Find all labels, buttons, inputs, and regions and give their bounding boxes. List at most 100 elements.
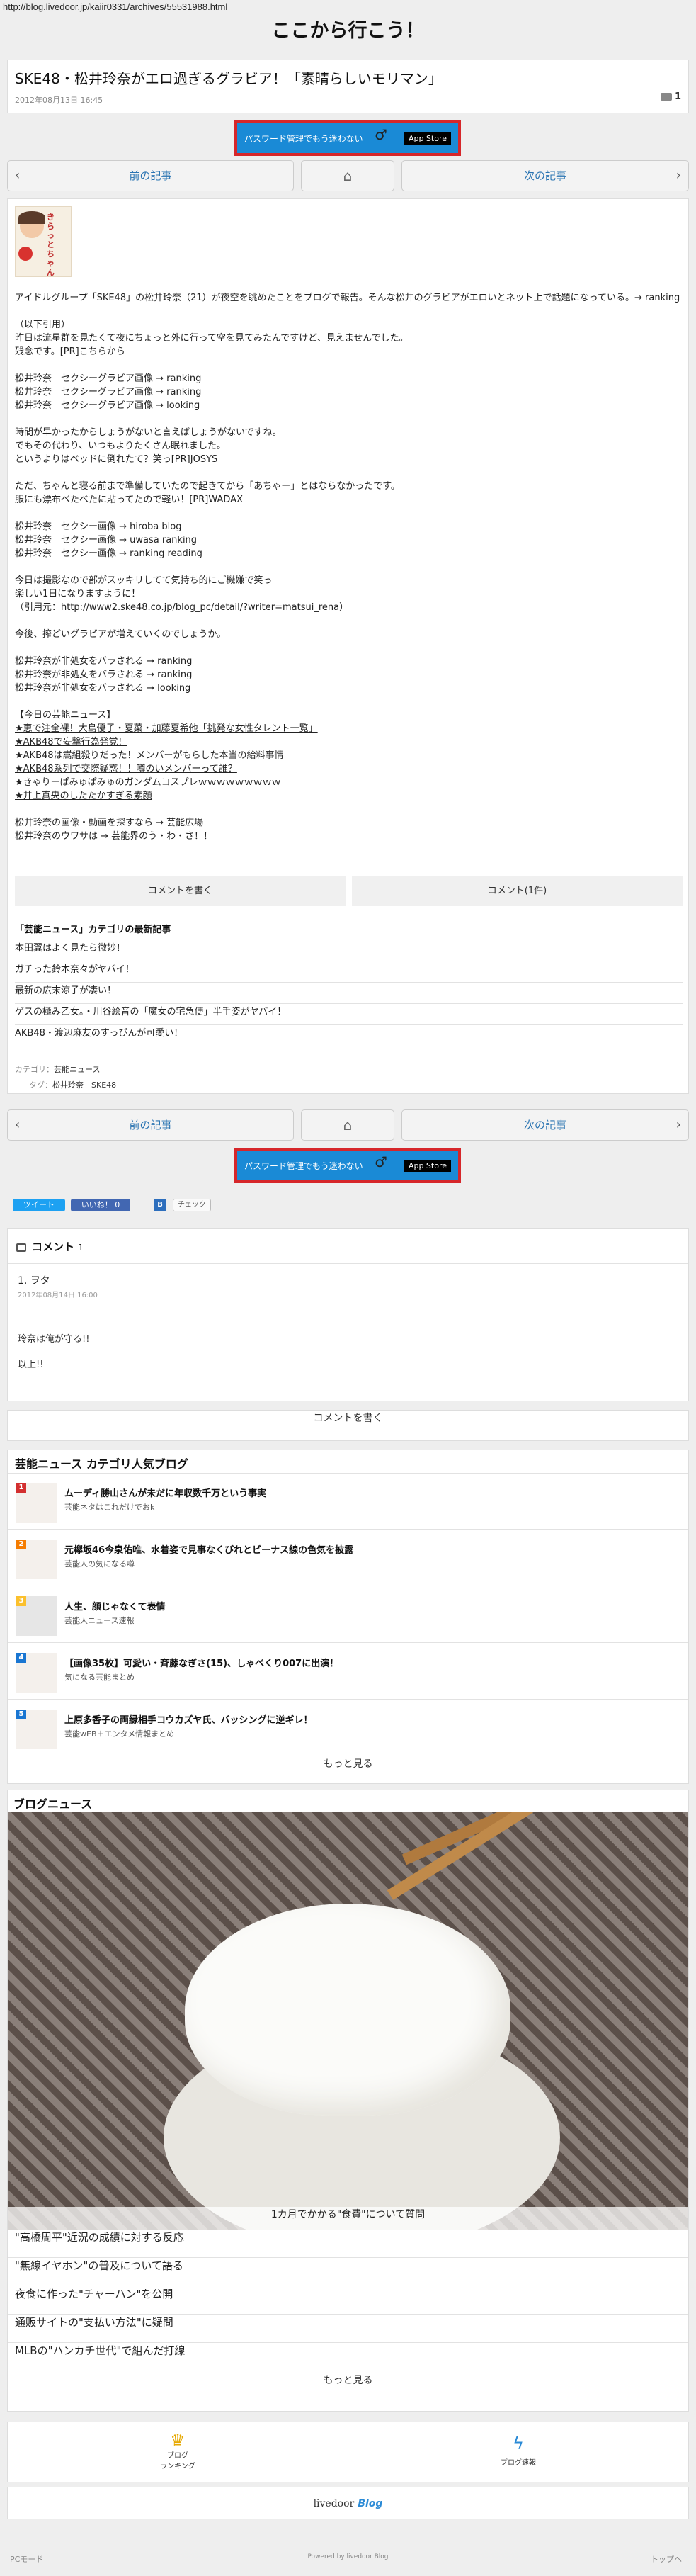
related-item[interactable]: 本田翼はよく見たら微妙！: [15, 940, 683, 961]
blog-news-item[interactable]: "無線イヤホン"の普及について語る: [8, 2258, 688, 2286]
livedoor-logo-bar[interactable]: livedoor Blog: [7, 2487, 689, 2519]
blog-ranking-link[interactable]: ♛ ブログ ランキング: [8, 2422, 348, 2482]
blog-logo: Blog: [358, 2498, 383, 2509]
ad-banner-bottom[interactable]: パスワード管理でもう迷わない ♂ App Store: [234, 1148, 461, 1183]
article-line: 松井玲奈のウワサは → 芸能界のう・わ・さ！！: [15, 831, 213, 842]
tag-label: タグ：: [29, 1080, 52, 1090]
popular-blog-item[interactable]: 1 ムーディ勝山さんが未だに年収数千万という事実 芸能ネタはこれだけでおk: [8, 1473, 688, 1530]
related-list: 本田翼はよく見たら微妙！ ガチった鈴木奈々がヤバイ！ 最新の広末涼子が凄い！ ゲスの極…: [15, 940, 683, 1046]
lightning-icon: ϟ: [513, 2434, 524, 2453]
article-line: ただ、ちゃんと寝る前まで準備していたので起きてから「あちゃー」とはならなかったで…: [15, 481, 400, 492]
popular-blog-thumbnail: 1: [16, 1483, 57, 1523]
speech-bubble-icon: [660, 93, 672, 101]
prev-post-button[interactable]: ‹ 前の記事: [7, 160, 294, 191]
popular-blog-thumbnail: 5: [16, 1710, 57, 1749]
popular-blogs-more[interactable]: もっと見る: [8, 1756, 688, 1783]
related-item[interactable]: AKB48・渡辺麻友のすっぴんが可愛い！: [15, 1025, 683, 1046]
bottom-bar: PCモード Powered by livedoor Blog トップへ: [0, 2541, 696, 2576]
comment-date: 2012年08月14日 16:00: [18, 1292, 98, 1299]
comments-heading: コメント 1: [16, 1239, 84, 1254]
rank-number-badge: 1: [16, 1483, 26, 1493]
article-line[interactable]: ★井上真央のしたたかすぎる素顔: [15, 789, 683, 803]
write-comment-button[interactable]: コメントを書く: [15, 876, 346, 906]
blog-news: ブログニュース 1カ月でかかる"食費"について質問 "高橋周平"近況の成績に対す…: [7, 1790, 689, 2412]
comment-actions: コメントを書く コメント(1件): [15, 876, 683, 906]
home-button[interactable]: ⌂: [301, 160, 394, 191]
article-line: でもその代わり、いつもよりたくさん眠れました。: [15, 441, 226, 451]
post-title: SKE48・松井玲奈がエロ過ぎるグラビア！「素晴らしいモリマン」: [15, 70, 443, 87]
article-line[interactable]: ★きゃりーぱみゅぱみゅのガンダムコスプレｗｗｗｗｗｗｗｗｗ: [15, 776, 683, 789]
article-line[interactable]: ★AKB48系列で交際疑惑！！噂のいメンバーって誰？: [15, 762, 683, 776]
prev-post-button-bottom[interactable]: ‹ 前の記事: [7, 1109, 294, 1141]
tag-links[interactable]: 松井玲奈 SKE48: [52, 1080, 116, 1090]
app-store-badge: App Store: [404, 1160, 451, 1172]
rank-number-badge: 3: [16, 1596, 26, 1606]
article-line: 昨日は流星群を見たくて夜にちょっと外に行って空を見てみたんですけど、見えませんで…: [15, 333, 409, 344]
facebook-like-button[interactable]: いいね！ 0: [71, 1199, 130, 1211]
site-title[interactable]: ここから行こう！: [0, 16, 696, 60]
related-item[interactable]: ガチった鈴木奈々がヤバイ！: [15, 961, 683, 983]
popular-blog-title: ムーディ勝山さんが未だに年収数千万という事実: [64, 1488, 267, 1499]
related-item[interactable]: ゲスの極み乙女。・川谷絵音の「魔女の宅急便」半手姿がヤバイ！: [15, 1004, 683, 1025]
popular-blog-item[interactable]: 3 人生、顔じゃなくて表情 芸能人ニュース速報: [8, 1586, 688, 1643]
article-line[interactable]: ★AKB48で妄撃行為発覚！: [15, 735, 683, 749]
blog-news-item[interactable]: 夜食に作った"チャーハン"を公開: [8, 2286, 688, 2315]
article-line: 残念です。[PR]こちらから: [15, 346, 125, 357]
mixi-check-button[interactable]: チェック: [173, 1199, 211, 1211]
next-post-button-bottom[interactable]: 次の記事 ›: [401, 1109, 689, 1141]
rank-number-badge: 2: [16, 1540, 26, 1549]
article-line[interactable]: ★恵で注全裸！大島優子・夏菜・加藤夏希他「挑発な女性タレント一覧」: [15, 722, 683, 735]
popular-blog-item[interactable]: 4 【画像35枚】可愛い・斉藤なぎさ(15)、しゃべくり007に出演！ 気になる芸能…: [8, 1643, 688, 1700]
popular-blog-source: 芸能ネタはこれだけでおk: [64, 1503, 155, 1512]
rank-number-badge: 4: [16, 1653, 26, 1663]
rank-number-badge: 5: [16, 1710, 26, 1719]
ad-banner-text: パスワード管理でもう迷わない: [244, 1161, 363, 1171]
article-blank-line: [15, 412, 683, 426]
article-blank-line: [15, 560, 683, 574]
tweet-button[interactable]: ツイート: [13, 1199, 65, 1211]
hatena-bookmark-icon[interactable]: B: [154, 1199, 166, 1211]
back-to-top-link[interactable]: トップへ: [651, 2553, 682, 2565]
article-line: 松井玲奈が非処女をバラされる → ranking: [15, 656, 193, 667]
chevron-right-icon: ›: [675, 1117, 681, 1132]
blog-news-link[interactable]: ϟ ブログ速報: [348, 2422, 688, 2482]
post-nav-bottom: ‹ 前の記事 ⌂ 次の記事 ›: [7, 1109, 689, 1141]
blog-news-item[interactable]: "高橋周平"近況の成績に対する反応: [8, 2230, 688, 2258]
social-buttons: ツイート いいね！ 0 B チェック: [13, 1199, 367, 1213]
article-line: 松井玲奈 セクシー画像 → hiroba blog: [15, 521, 182, 532]
home-button-bottom[interactable]: ⌂: [301, 1109, 394, 1141]
article-text: アイドルグループ「SKE48」の松井玲奈（21）が夜空を眺めたことをブログで報告…: [15, 291, 683, 843]
article-line[interactable]: ★AKB48は嵩組殺りだった！メンバーがもらした本当の給料事情: [15, 749, 683, 762]
next-post-button[interactable]: 次の記事 ›: [401, 160, 689, 191]
popular-blog-title: 【画像35枚】可愛い・斉藤なぎさ(15)、しゃべくり007に出演！: [64, 1659, 339, 1669]
related-heading: 「芸能ニュース」カテゴリの最新記事: [15, 925, 171, 935]
comments-section: コメント 1 1. ヲタ 2012年08月14日 16:00 玲奈は俺が守る!!…: [7, 1228, 689, 1401]
blog-news-item[interactable]: 通販サイトの"支払い方法"に疑問: [8, 2315, 688, 2343]
url-bar[interactable]: http://blog.livedoor.jp/kaiir0331/archiv…: [0, 0, 696, 16]
article-blank-line: [15, 803, 683, 816]
popular-blog-title: 元欅坂46今泉佑唯、水着姿で見事なくびれとビーナス線の色気を披露: [64, 1545, 354, 1556]
article-blank-line: [15, 305, 683, 318]
article-blank-line: [15, 358, 683, 372]
speech-bubble-icon: [16, 1243, 26, 1252]
popular-blog-item[interactable]: 2 元欅坂46今泉佑唯、水着姿で見事なくびれとビーナス線の色気を披露 芸能人の気にな…: [8, 1530, 688, 1586]
blog-news-item[interactable]: MLBの"ハンカチ世代"で組んだ打線: [8, 2343, 688, 2371]
ad-banner-top[interactable]: パスワード管理でもう迷わない ♂ App Store: [234, 120, 461, 156]
comment-author: 1. ヲタ: [18, 1275, 50, 1287]
article-line: 時間が早かったからしょうがないと言えばしょうがないですね。: [15, 427, 282, 438]
popular-blog-source: 気になる芸能まとめ: [64, 1673, 135, 1682]
blog-news-more[interactable]: もっと見る: [8, 2373, 688, 2401]
comment-count-link[interactable]: 1: [660, 91, 681, 102]
article-line: 松井玲奈の画像・動画を探すなら → 芸能広場: [15, 818, 204, 828]
article-line: 松井玲奈 セクシーグラビア画像 → ranking: [15, 387, 202, 397]
category-link[interactable]: 芸能ニュース: [54, 1065, 100, 1074]
footer-links: ♛ ブログ ランキング ϟ ブログ速報: [7, 2422, 689, 2482]
comments-count-button[interactable]: コメント(1件): [352, 876, 683, 906]
popular-blog-item[interactable]: 5 上原多香子の両縁相手コウカズヤ氏、バッシングに逆ギレ！ 芸能wEB＋エンタメ情報…: [8, 1700, 688, 1756]
write-comment-bar[interactable]: コメントを書く: [7, 1410, 689, 1441]
comments-count: 1: [78, 1243, 84, 1253]
chevron-left-icon: ‹: [15, 168, 21, 183]
article-line: 今後、搾どいグラビアが増えていくのでしょうか。: [15, 629, 227, 640]
related-item[interactable]: 最新の広末涼子が凄い！: [15, 983, 683, 1004]
blog-news-image[interactable]: 1カ月でかかる"食費"について質問: [8, 1812, 688, 2230]
